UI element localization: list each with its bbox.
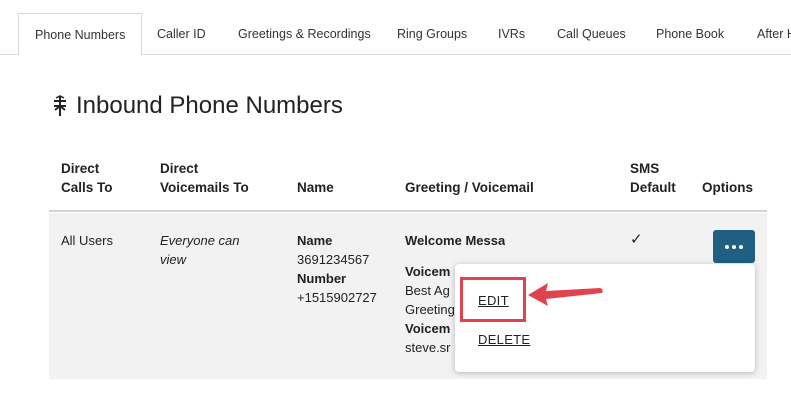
header-direct-voicemails-to: Direct Voicemails To: [160, 161, 249, 195]
tab-phone-book[interactable]: Phone Book: [656, 13, 724, 55]
phone-transfer-icon: [52, 95, 68, 117]
header-sms-default: SMS Default: [630, 161, 676, 195]
tab-phone-numbers[interactable]: Phone Numbers: [18, 13, 143, 56]
tab-call-queues[interactable]: Call Queues: [557, 13, 626, 55]
tab-bar: Phone Numbers Caller ID Greetings & Reco…: [0, 13, 791, 56]
more-dots-icon: [725, 244, 729, 249]
cell-direct-voicemails-to: Everyone can view: [160, 233, 240, 267]
tab-ivrs[interactable]: IVRs: [498, 13, 525, 55]
header-greeting-voicemail: Greeting / Voicemail: [405, 180, 534, 195]
options-button[interactable]: [713, 230, 755, 263]
page-heading: Inbound Phone Numbers: [52, 90, 343, 122]
cell-name: Name 3691234567 Number +1515902727: [297, 231, 377, 307]
annotation-arrow-icon: [528, 283, 603, 306]
number-label: Number: [297, 271, 347, 286]
number-value: +1515902727: [297, 290, 377, 305]
name-label: Name: [297, 233, 333, 248]
cell-direct-calls-to: All Users: [61, 233, 114, 248]
menu-item-delete[interactable]: DELETE: [478, 332, 530, 347]
header-options: Options: [702, 180, 753, 195]
table-header: Direct Calls To Direct Voicemails To Nam…: [49, 150, 767, 212]
tab-greetings-recordings[interactable]: Greetings & Recordings: [238, 13, 371, 55]
header-name: Name: [297, 180, 334, 195]
header-direct-calls-to: Direct Calls To: [61, 161, 113, 195]
tab-caller-id[interactable]: Caller ID: [157, 13, 206, 55]
annotation-highlight-box: [460, 277, 526, 322]
sms-default-check: ✓: [630, 231, 643, 248]
greeting-title: Welcome Message: [405, 233, 505, 248]
tab-ring-groups[interactable]: Ring Groups: [397, 13, 467, 55]
tab-after-hours[interactable]: After H: [757, 13, 791, 55]
name-value: 3691234567: [297, 252, 370, 267]
page-title: Inbound Phone Numbers: [76, 92, 343, 119]
